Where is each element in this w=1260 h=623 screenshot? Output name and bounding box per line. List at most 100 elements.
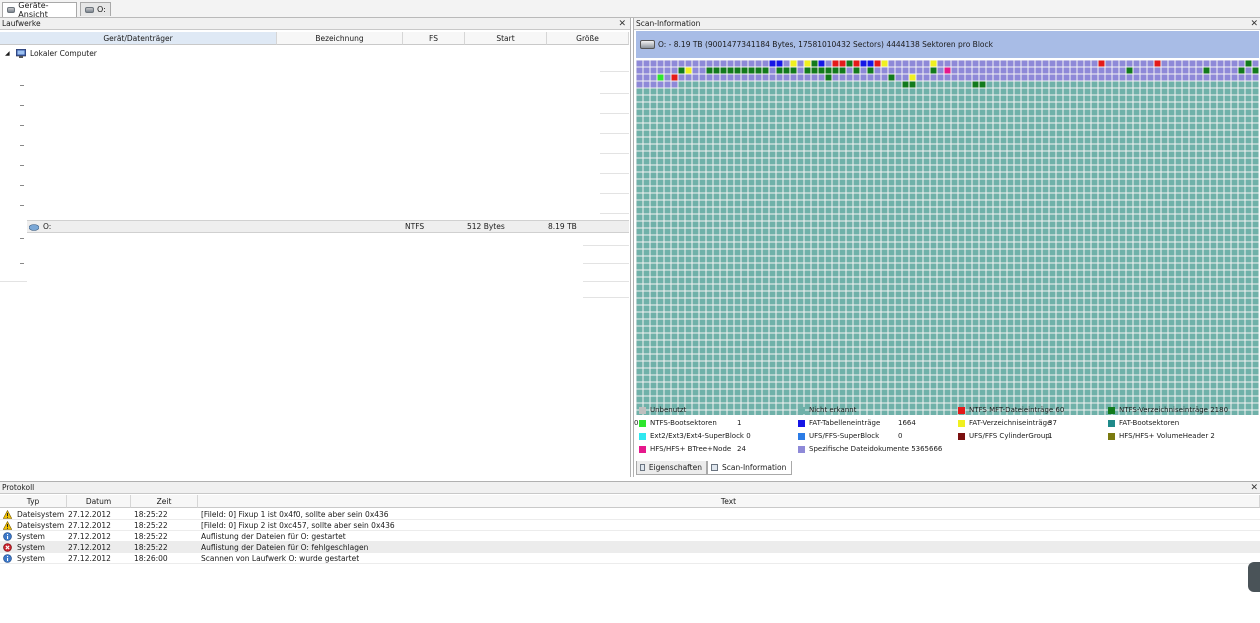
log-row[interactable]: Dateisystem 27.12.2012 18:25:22 [FileId: 0]…	[0, 509, 1260, 520]
sector-block	[839, 277, 846, 284]
side-overlay-widget[interactable]	[1248, 562, 1260, 592]
sector-block	[1182, 67, 1189, 74]
sector-block	[1203, 347, 1210, 354]
sector-block	[727, 116, 734, 123]
sector-block	[790, 172, 797, 179]
sector-block	[685, 165, 692, 172]
sector-block	[671, 361, 678, 368]
sector-block	[643, 333, 650, 340]
sector-block	[1112, 396, 1119, 403]
close-icon[interactable]: ✕	[1250, 482, 1258, 494]
tab-drive-o[interactable]: O:	[80, 2, 111, 16]
log-row[interactable]: System 27.12.2012 18:25:22 Auflistung der D…	[0, 531, 1260, 542]
sector-block	[804, 312, 811, 319]
sector-block	[1168, 312, 1175, 319]
tree-row-local-computer[interactable]: ◢ Lokaler Computer	[0, 48, 629, 59]
expand-arrow-icon[interactable]: ◢	[5, 48, 10, 59]
sector-block	[1168, 81, 1175, 88]
log-column-type[interactable]: Typ	[0, 495, 67, 508]
sector-block	[748, 186, 755, 193]
sector-block	[860, 277, 867, 284]
sector-block	[1028, 207, 1035, 214]
sector-block	[860, 319, 867, 326]
sector-block	[818, 256, 825, 263]
sector-block	[951, 158, 958, 165]
sector-block	[1126, 60, 1133, 67]
sector-block	[965, 284, 972, 291]
sector-block	[1210, 109, 1217, 116]
close-icon[interactable]: ✕	[618, 18, 626, 30]
sector-block	[1210, 361, 1217, 368]
tab-devices-view[interactable]: Geräte-Ansicht	[2, 1, 77, 19]
sector-block	[979, 242, 986, 249]
sector-block	[769, 193, 776, 200]
sector-block	[1196, 123, 1203, 130]
log-column-text[interactable]: Text	[198, 495, 1260, 508]
log-row[interactable]: Dateisystem 27.12.2012 18:25:22 [FileId: 0]…	[0, 520, 1260, 531]
column-label[interactable]: Bezeichnung	[277, 32, 403, 45]
sector-block	[706, 256, 713, 263]
log-text: Scannen von Laufwerk O: wurde gestartet	[201, 554, 360, 563]
log-column-time[interactable]: Zeit	[131, 495, 198, 508]
sector-block	[1077, 347, 1084, 354]
tab-scan-info[interactable]: Scan-Information	[707, 461, 792, 475]
sector-block	[1245, 116, 1252, 123]
sector-block	[1252, 410, 1259, 415]
sector-block	[1070, 305, 1077, 312]
tree-row-drive-o[interactable]: O: NTFS 512 Bytes 8.19 TB	[27, 220, 629, 233]
column-fs[interactable]: FS	[403, 32, 465, 45]
sector-block	[993, 396, 1000, 403]
sector-block	[1084, 312, 1091, 319]
sector-block	[986, 242, 993, 249]
sector-block	[1035, 368, 1042, 375]
sector-block	[727, 396, 734, 403]
log-column-date[interactable]: Datum	[67, 495, 131, 508]
column-start[interactable]: Start	[465, 32, 547, 45]
sector-block	[1098, 60, 1105, 67]
sector-block	[944, 298, 951, 305]
sector-block	[1154, 249, 1161, 256]
sector-block	[671, 116, 678, 123]
sector-block	[993, 88, 1000, 95]
sector-block	[888, 319, 895, 326]
close-icon[interactable]: ✕	[1250, 18, 1258, 30]
sector-block	[1203, 361, 1210, 368]
sector-block	[769, 368, 776, 375]
sector-block	[713, 354, 720, 361]
sector-block	[748, 389, 755, 396]
log-row[interactable]: System 27.12.2012 18:26:00 Scannen von Lauf…	[0, 553, 1260, 564]
sector-block	[958, 277, 965, 284]
sector-block	[1098, 130, 1105, 137]
sector-block	[727, 207, 734, 214]
tab-properties[interactable]: Eigenschaften	[636, 461, 707, 475]
log-row[interactable]: System 27.12.2012 18:25:22 Auflistung der D…	[0, 542, 1260, 553]
sector-block	[1238, 67, 1245, 74]
sector-block	[1021, 151, 1028, 158]
sector-block	[706, 347, 713, 354]
sector-block	[650, 235, 657, 242]
sector-block	[804, 382, 811, 389]
sector-block	[1091, 298, 1098, 305]
sector-block	[1133, 319, 1140, 326]
sector-block	[727, 88, 734, 95]
sector-block	[1112, 193, 1119, 200]
sector-block	[993, 165, 1000, 172]
sector-map[interactable]	[636, 60, 1259, 415]
sector-block	[685, 263, 692, 270]
sector-block	[734, 319, 741, 326]
sector-block	[664, 200, 671, 207]
sector-block	[1007, 382, 1014, 389]
sector-block	[1112, 242, 1119, 249]
sector-block	[860, 130, 867, 137]
sector-block	[972, 221, 979, 228]
sector-block	[678, 277, 685, 284]
column-size[interactable]: Größe	[547, 32, 629, 45]
sector-block	[832, 284, 839, 291]
column-device[interactable]: Gerät/Datenträger	[0, 32, 277, 45]
sector-block	[888, 137, 895, 144]
sector-block	[951, 277, 958, 284]
sector-block	[867, 102, 874, 109]
sector-block	[1217, 347, 1224, 354]
sector-block	[650, 207, 657, 214]
sector-block	[692, 228, 699, 235]
